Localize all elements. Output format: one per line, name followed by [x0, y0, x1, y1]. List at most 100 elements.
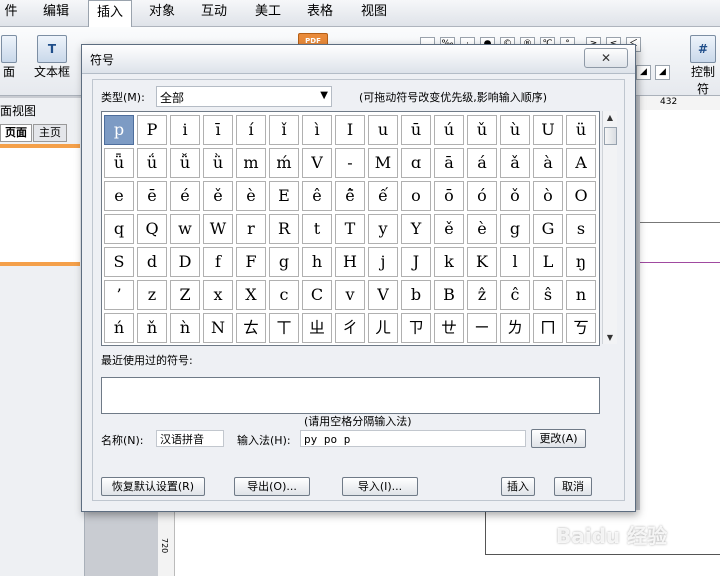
- symbol-cell[interactable]: R: [269, 214, 299, 244]
- symbol-cell[interactable]: U: [533, 115, 563, 145]
- page-thumbnail[interactable]: [0, 148, 80, 262]
- recent-symbols-box[interactable]: [101, 377, 600, 414]
- export-button[interactable]: 导出(O)...: [234, 477, 310, 496]
- symbol-cell[interactable]: N: [203, 313, 233, 343]
- symbol-cell[interactable]: ㄓ: [302, 313, 332, 343]
- symbol-cell[interactable]: ḿ: [269, 148, 299, 178]
- symbol-cell[interactable]: è: [467, 214, 497, 244]
- symbol-cell[interactable]: k: [434, 247, 464, 277]
- symbol-cell[interactable]: ǔ: [467, 115, 497, 145]
- tab-master[interactable]: 主页: [33, 124, 67, 142]
- symbol-cell[interactable]: M: [368, 148, 398, 178]
- symbol-cell[interactable]: h: [302, 247, 332, 277]
- symbol-cell[interactable]: ǎ: [500, 148, 530, 178]
- symbol-cell[interactable]: ǒ: [500, 181, 530, 211]
- insert-button[interactable]: 插入: [501, 477, 535, 496]
- symbol-cell[interactable]: V: [302, 148, 332, 178]
- symbol-cell[interactable]: W: [203, 214, 233, 244]
- symbol-cell[interactable]: Q: [137, 214, 167, 244]
- symbol-cell[interactable]: H: [335, 247, 365, 277]
- symbol-cell[interactable]: n: [566, 280, 596, 310]
- symbol-cell[interactable]: ê̄: [335, 181, 365, 211]
- symbol-cell[interactable]: T: [335, 214, 365, 244]
- symbol-shortcut[interactable]: ◢: [655, 65, 670, 80]
- symbol-cell[interactable]: g: [500, 214, 530, 244]
- menu-view[interactable]: 视图: [354, 0, 394, 26]
- symbol-cell[interactable]: ㄧ: [467, 313, 497, 343]
- symbol-cell[interactable]: L: [533, 247, 563, 277]
- symbol-cell[interactable]: S: [104, 247, 134, 277]
- document-page[interactable]: [640, 110, 720, 576]
- symbol-cell[interactable]: ê: [302, 181, 332, 211]
- symbol-cell[interactable]: ū: [401, 115, 431, 145]
- symbol-cell[interactable]: ā: [434, 148, 464, 178]
- symbol-cell[interactable]: ě: [203, 181, 233, 211]
- symbol-cell[interactable]: ㄌ: [500, 313, 530, 343]
- symbol-cell[interactable]: Y: [401, 214, 431, 244]
- symbol-cell[interactable]: ī: [203, 115, 233, 145]
- symbol-cell[interactable]: z: [137, 280, 167, 310]
- symbol-cell[interactable]: ó: [467, 181, 497, 211]
- symbol-cell[interactable]: I: [335, 115, 365, 145]
- menu-art[interactable]: 美工: [248, 0, 288, 26]
- control-char-button[interactable]: # 控制符: [686, 35, 720, 97]
- symbol-shortcut[interactable]: ◢: [636, 65, 651, 80]
- menu-insert[interactable]: 插入: [88, 0, 132, 27]
- symbol-cell[interactable]: v: [335, 280, 365, 310]
- symbol-cell[interactable]: J: [401, 247, 431, 277]
- symbol-cell[interactable]: ǐ: [269, 115, 299, 145]
- symbol-cell[interactable]: ě: [434, 214, 464, 244]
- symbol-cell[interactable]: D: [170, 247, 200, 277]
- restore-defaults-button[interactable]: 恢复默认设置(R): [101, 477, 205, 496]
- symbol-cell[interactable]: l: [500, 247, 530, 277]
- menu-file[interactable]: 件: [0, 0, 22, 26]
- symbol-cell[interactable]: P: [137, 115, 167, 145]
- symbol-cell[interactable]: ㄇ: [533, 313, 563, 343]
- symbol-cell[interactable]: ŋ: [566, 247, 596, 277]
- scroll-down-icon[interactable]: ▼: [603, 331, 617, 344]
- cancel-button[interactable]: 取消: [554, 477, 592, 496]
- symbol-cell[interactable]: A: [566, 148, 596, 178]
- scroll-up-icon[interactable]: ▲: [603, 111, 617, 124]
- symbol-cell[interactable]: F: [236, 247, 266, 277]
- symbol-cell[interactable]: ù: [500, 115, 530, 145]
- symbol-cell[interactable]: g: [269, 247, 299, 277]
- symbol-cell[interactable]: ň: [137, 313, 167, 343]
- symbol-cell[interactable]: q: [104, 214, 134, 244]
- symbol-cell[interactable]: j: [368, 247, 398, 277]
- change-button[interactable]: 更改(A): [531, 429, 586, 448]
- symbol-cell[interactable]: ㄗ: [401, 313, 431, 343]
- symbol-cell[interactable]: ɑ: [401, 148, 431, 178]
- symbol-cell[interactable]: ō: [434, 181, 464, 211]
- menu-table[interactable]: 表格: [300, 0, 340, 26]
- symbol-cell[interactable]: i: [170, 115, 200, 145]
- symbol-cell[interactable]: f: [203, 247, 233, 277]
- symbol-cell[interactable]: à: [533, 148, 563, 178]
- symbol-cell[interactable]: K: [467, 247, 497, 277]
- symbol-cell[interactable]: ǚ: [170, 148, 200, 178]
- symbol-cell[interactable]: m: [236, 148, 266, 178]
- symbol-cell[interactable]: í: [236, 115, 266, 145]
- symbol-cell[interactable]: ㄔ: [335, 313, 365, 343]
- import-button[interactable]: 导入(I)...: [342, 477, 418, 496]
- textbox-button[interactable]: T 文本框: [30, 35, 74, 80]
- symbol-cell[interactable]: ǘ: [137, 148, 167, 178]
- symbol-cell[interactable]: ē: [137, 181, 167, 211]
- symbol-cell[interactable]: p: [104, 115, 134, 145]
- symbol-cell[interactable]: è: [236, 181, 266, 211]
- symbol-cell[interactable]: ń: [104, 313, 134, 343]
- symbol-cell[interactable]: e: [104, 181, 134, 211]
- symbol-cell[interactable]: C: [302, 280, 332, 310]
- menu-object[interactable]: 对象: [142, 0, 182, 26]
- symbol-cell[interactable]: d: [137, 247, 167, 277]
- menu-interact[interactable]: 互动: [194, 0, 234, 26]
- symbol-cell[interactable]: ẑ: [467, 280, 497, 310]
- symbol-cell[interactable]: w: [170, 214, 200, 244]
- symbol-cell[interactable]: B: [434, 280, 464, 310]
- symbol-cell[interactable]: E: [269, 181, 299, 211]
- symbol-cell[interactable]: ú: [434, 115, 464, 145]
- symbol-cell[interactable]: b: [401, 280, 431, 310]
- symbol-cell[interactable]: s: [566, 214, 596, 244]
- symbol-cell[interactable]: ㄊ: [236, 313, 266, 343]
- symbol-cell[interactable]: ㄦ: [368, 313, 398, 343]
